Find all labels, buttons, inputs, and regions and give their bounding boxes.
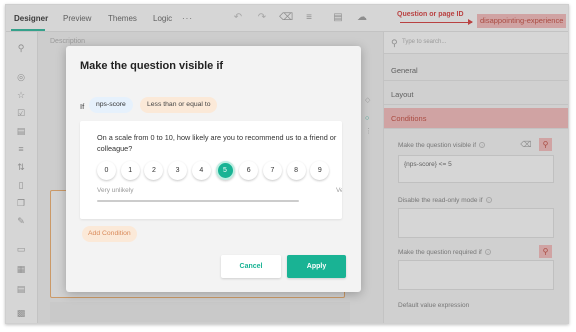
dialog-title: Make the question visible if <box>80 60 224 72</box>
cancel-button[interactable]: Cancel <box>221 255 281 278</box>
question-selector[interactable]: nps-score <box>89 97 133 113</box>
condition-dialog: Make the question visible if If nps-scor… <box>66 46 361 292</box>
rating-item-2[interactable]: 2 <box>144 161 164 180</box>
preview-question-text: On a scale from 0 to 10, how likely are … <box>97 133 337 153</box>
rating-item-8[interactable]: 8 <box>286 161 306 180</box>
rating-max-label: Ve <box>336 187 342 194</box>
rating-item-9[interactable]: 9 <box>310 161 330 180</box>
rating-min-label: Very unlikely <box>97 187 134 194</box>
add-condition-button[interactable]: Add Condition <box>82 226 137 242</box>
horizontal-scrollbar[interactable] <box>97 200 299 202</box>
rating-item-0[interactable]: 0 <box>97 161 116 180</box>
rating-item-5[interactable]: 5 <box>215 161 235 180</box>
apply-button[interactable]: Apply <box>287 255 346 278</box>
if-label: If <box>80 102 85 111</box>
rating-item-6[interactable]: 6 <box>239 161 259 180</box>
rating-item-7[interactable]: 7 <box>262 161 282 180</box>
creator-window: Designer Preview Themes Logic ··· ↶ ↷ ⌫ … <box>5 4 569 324</box>
operator-selector[interactable]: Less than or equal to <box>140 97 218 113</box>
question-preview: On a scale from 0 to 10, how likely are … <box>80 121 342 219</box>
rating-item-4[interactable]: 4 <box>191 161 211 180</box>
rating-item-1[interactable]: 1 <box>120 161 140 180</box>
rating-item-3[interactable]: 3 <box>168 161 188 180</box>
